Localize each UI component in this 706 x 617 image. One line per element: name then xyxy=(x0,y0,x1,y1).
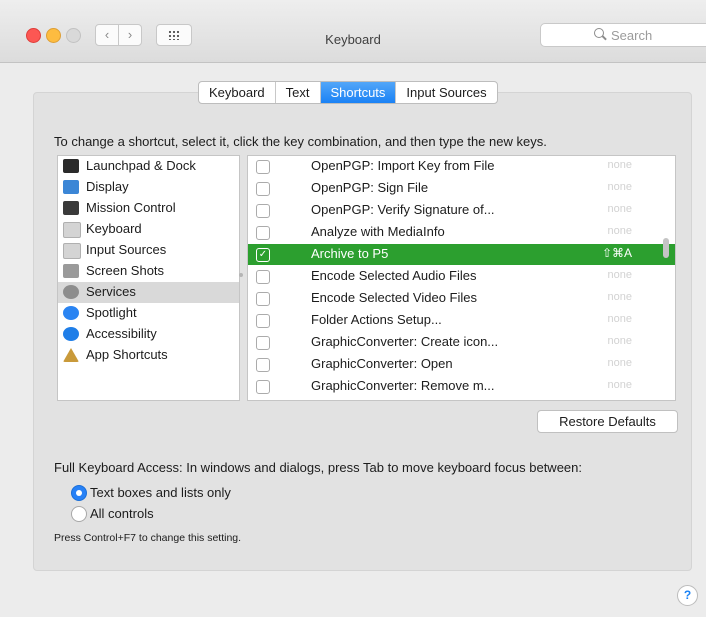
service-checkbox[interactable] xyxy=(256,292,270,306)
service-row[interactable]: Folder Actions Setup... none xyxy=(248,310,675,331)
question-icon: ? xyxy=(683,588,692,602)
category-item-spotlight[interactable]: Spotlight xyxy=(58,303,239,324)
category-item-app-shortcuts[interactable]: App Shortcuts xyxy=(58,345,239,366)
category-item-keyboard[interactable]: Keyboard xyxy=(58,219,239,240)
service-row[interactable]: GraphicConverter: Remove m... none xyxy=(248,376,675,397)
service-checkbox[interactable] xyxy=(256,314,270,328)
category-item-accessibility[interactable]: Accessibility xyxy=(58,324,239,345)
service-checkbox[interactable] xyxy=(256,182,270,196)
input-sources-icon xyxy=(63,243,81,259)
service-checkbox[interactable] xyxy=(256,160,270,174)
search-icon xyxy=(594,28,604,38)
service-checkbox[interactable] xyxy=(256,358,270,372)
category-item-screen-shots[interactable]: Screen Shots xyxy=(58,261,239,282)
service-row[interactable]: OpenPGP: Verify Signature of... none xyxy=(248,200,675,221)
app-shortcuts-icon xyxy=(63,348,79,362)
radio-text-boxes-lists[interactable] xyxy=(71,485,87,501)
service-checkbox[interactable] xyxy=(256,380,270,394)
search-placeholder: Search xyxy=(611,28,653,43)
instructions-text: To change a shortcut, select it, click t… xyxy=(54,134,547,149)
shortcut-keys[interactable]: ⇧⌘A xyxy=(602,246,632,260)
service-checkbox[interactable] xyxy=(256,336,270,350)
service-row[interactable]: GraphicConverter: Open none xyxy=(248,354,675,375)
search-field[interactable]: Search xyxy=(540,23,706,47)
service-row[interactable]: OpenPGP: Import Key from File none xyxy=(248,156,675,177)
category-item-input-sources[interactable]: Input Sources xyxy=(58,240,239,261)
tab-keyboard[interactable]: Keyboard xyxy=(199,82,276,103)
help-button[interactable]: ? xyxy=(677,585,698,606)
display-icon xyxy=(63,180,79,194)
category-item-launchpad-dock[interactable]: Launchpad & Dock xyxy=(58,156,239,177)
tab-input-sources[interactable]: Input Sources xyxy=(396,82,496,103)
restore-defaults-button[interactable]: Restore Defaults xyxy=(537,410,678,433)
category-item-services[interactable]: Services xyxy=(58,282,239,303)
service-row-selected[interactable]: ✓ Archive to P5 ⇧⌘A xyxy=(248,244,675,265)
tab-bar: Keyboard Text Shortcuts Input Sources xyxy=(198,81,498,104)
accessibility-icon xyxy=(63,327,79,341)
category-item-display[interactable]: Display xyxy=(58,177,239,198)
radio-label-all-controls: All controls xyxy=(90,506,154,521)
launchpad-dock-icon xyxy=(63,159,79,173)
category-list: Launchpad & Dock Display Mission Control… xyxy=(57,155,240,401)
spotlight-icon xyxy=(63,306,79,320)
service-row[interactable]: Analyze with MediaInfo none xyxy=(248,222,675,243)
vertical-scrollbar[interactable] xyxy=(663,238,669,258)
titlebar: ‹ › Keyboard Search xyxy=(0,0,706,63)
screen-shots-icon xyxy=(63,264,79,278)
keyboard-icon xyxy=(63,222,81,238)
category-item-mission-control[interactable]: Mission Control xyxy=(58,198,239,219)
service-row[interactable]: OpenPGP: Sign File none xyxy=(248,178,675,199)
tab-shortcuts[interactable]: Shortcuts xyxy=(320,82,397,103)
radio-label-text-boxes: Text boxes and lists only xyxy=(90,485,231,500)
service-row[interactable]: GraphicConverter: Create icon... none xyxy=(248,332,675,353)
keyboard-access-hint: Press Control+F7 to change this setting. xyxy=(54,532,242,544)
keyboard-preferences-window: ‹ › Keyboard Search Keyboard Text Shortc… xyxy=(0,0,706,617)
split-view-divider[interactable] xyxy=(239,273,243,277)
service-row[interactable]: Encode Selected Video Files none xyxy=(248,288,675,309)
services-shortcut-list: OpenPGP: Import Key from File none OpenPG… xyxy=(247,155,676,401)
service-checkbox[interactable] xyxy=(256,270,270,284)
radio-all-controls[interactable] xyxy=(71,506,87,522)
tab-text[interactable]: Text xyxy=(276,82,321,103)
service-checkbox-checked[interactable]: ✓ xyxy=(256,248,270,262)
full-keyboard-access-label: Full Keyboard Access: In windows and dia… xyxy=(54,460,582,475)
service-row[interactable]: Encode Selected Audio Files none xyxy=(248,266,675,287)
service-checkbox[interactable] xyxy=(256,226,270,240)
services-gear-icon xyxy=(63,285,79,299)
mission-control-icon xyxy=(63,201,79,215)
service-checkbox[interactable] xyxy=(256,204,270,218)
